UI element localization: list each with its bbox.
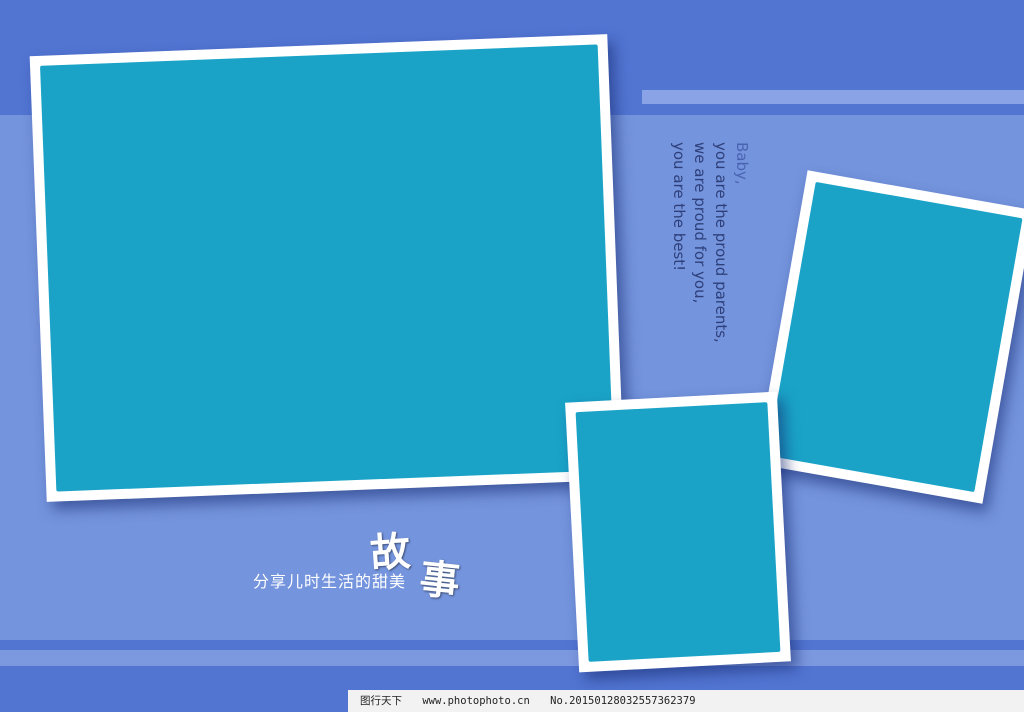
large-photo-frame — [29, 34, 625, 502]
watermark-site-name: 图行天下 — [360, 695, 402, 707]
caption-title-char-2: 事 — [417, 555, 462, 606]
watermark-url: www.photophoto.cn — [422, 695, 530, 707]
bottom-band-stripe — [0, 650, 1024, 666]
watermark-number: No.20150128032557362379 — [550, 695, 696, 707]
poem-line-3: we are proud for you, — [691, 142, 709, 304]
watermark-bar: 图行天下 www.photophoto.cn No.20150128032557… — [348, 690, 1024, 712]
photo-collage-template: Baby, you are the proud parents, we are … — [0, 0, 1024, 712]
poem-line-4: you are the best! — [670, 142, 688, 272]
small-photo-placeholder — [575, 402, 781, 662]
baby-poem-text: Baby, you are the proud parents, we are … — [662, 142, 752, 382]
right-photo-placeholder — [767, 181, 1023, 493]
poem-line-2: you are the proud parents, — [712, 142, 730, 343]
top-band-stripe — [642, 90, 1024, 104]
large-photo-placeholder — [40, 44, 614, 492]
poem-line-1: Baby, — [733, 142, 751, 185]
small-photo-frame — [565, 391, 791, 673]
caption-title-char-1: 故 — [368, 527, 412, 578]
right-photo-frame — [755, 170, 1024, 504]
